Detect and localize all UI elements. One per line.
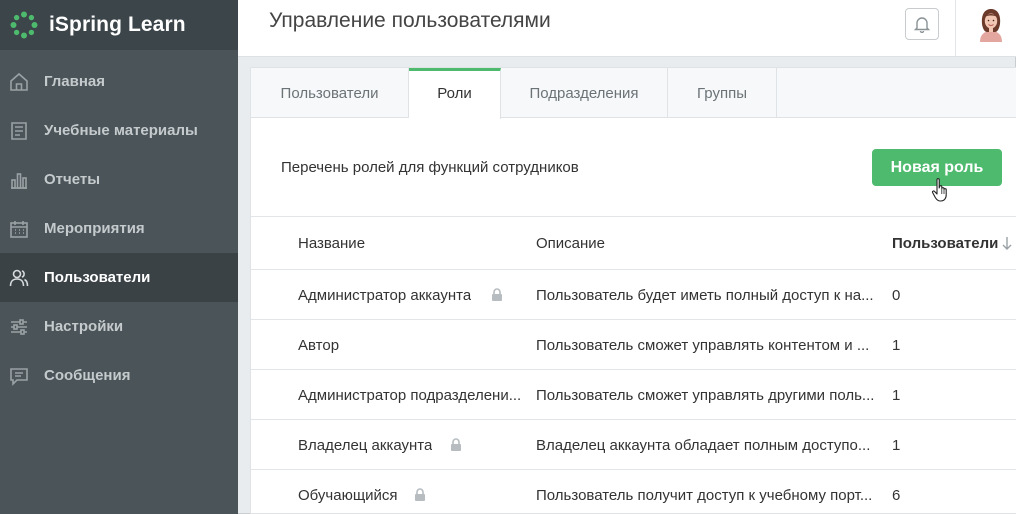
role-name[interactable]: Владелец аккаунта [298, 437, 432, 454]
header-divider [955, 0, 956, 56]
roles-description: Перечень ролей для функций сотрудников [281, 159, 579, 176]
top-header: Управление пользователями [238, 0, 1016, 57]
role-name[interactable]: Обучающийся [298, 487, 398, 504]
role-description: Пользователь получит доступ к учебному п… [536, 487, 873, 504]
role-description: Пользователь сможет управлять другими по… [536, 387, 875, 404]
sidebar-nav: Главная Учебные материалы Отчеты Меропри… [0, 57, 238, 400]
settings-icon [7, 315, 31, 339]
sidebar-item-home[interactable]: Главная [0, 57, 238, 106]
page-title: Управление пользователями [269, 9, 551, 32]
column-header-name[interactable]: Название [298, 235, 365, 252]
users-icon [7, 266, 31, 290]
ispring-logo-icon [10, 11, 38, 39]
lock-icon [451, 438, 461, 451]
column-header-users[interactable]: Пользователи [892, 235, 998, 252]
tab-bar: Пользователи Роли Подразделения Группы [251, 68, 1016, 119]
notifications-button[interactable] [905, 8, 939, 40]
home-icon [7, 70, 31, 94]
tab-departments[interactable]: Подразделения [501, 68, 668, 118]
column-header-description[interactable]: Описание [536, 235, 605, 252]
table-row[interactable]: Автор Пользователь сможет управлять конт… [251, 320, 1016, 370]
table-row[interactable]: Обучающийся Пользователь получит доступ … [251, 470, 1016, 514]
role-users-count: 6 [892, 487, 901, 504]
bell-icon [913, 17, 931, 33]
table-row[interactable]: Владелец аккаунта Владелец аккаунта обла… [251, 420, 1016, 470]
sidebar: iSpring Learn Главная Учебные материалы … [0, 0, 238, 514]
reports-icon [7, 168, 31, 192]
role-users-count: 1 [892, 337, 901, 354]
role-description: Пользователь сможет управлять контентом … [536, 337, 870, 354]
role-name[interactable]: Администратор аккаунта [298, 287, 471, 304]
lock-icon [492, 288, 502, 301]
sidebar-item-materials[interactable]: Учебные материалы [0, 106, 238, 155]
brand-header[interactable]: iSpring Learn [0, 0, 238, 50]
role-description: Владелец аккаунта обладает полным доступ… [536, 437, 871, 454]
role-users-count: 0 [892, 287, 901, 304]
brand-name: iSpring Learn [49, 13, 186, 36]
sidebar-item-users[interactable]: Пользователи [0, 253, 238, 302]
roles-table: Название Описание Пользователи Администр… [251, 218, 1016, 514]
sidebar-item-settings[interactable]: Настройки [0, 302, 238, 351]
sidebar-item-label: Пользователи [44, 269, 151, 286]
messages-icon [7, 364, 31, 388]
sort-down-icon[interactable] [1001, 235, 1013, 251]
lock-icon [415, 488, 425, 501]
sidebar-item-label: Учебные материалы [44, 122, 198, 139]
table-header: Название Описание Пользователи [251, 218, 1016, 270]
materials-icon [7, 119, 31, 143]
sidebar-item-label: Главная [44, 73, 106, 90]
calendar-icon [7, 217, 31, 241]
tab-users[interactable]: Пользователи [251, 68, 409, 118]
role-name[interactable]: Администратор подразделени... [298, 387, 521, 404]
roles-toolbar: Перечень ролей для функций сотрудников Н… [251, 118, 1016, 217]
sidebar-item-reports[interactable]: Отчеты [0, 155, 238, 204]
role-users-count: 1 [892, 387, 901, 404]
hand-cursor-icon [931, 178, 947, 202]
tab-groups[interactable]: Группы [668, 68, 777, 118]
sidebar-item-label: Сообщения [44, 367, 131, 384]
sidebar-item-label: Мероприятия [44, 220, 145, 237]
tab-roles[interactable]: Роли [409, 68, 501, 119]
sidebar-item-label: Отчеты [44, 171, 101, 188]
sidebar-item-events[interactable]: Мероприятия [0, 204, 238, 253]
sidebar-item-messages[interactable]: Сообщения [0, 351, 238, 400]
role-description: Пользователь будет иметь полный доступ к… [536, 287, 874, 304]
role-users-count: 1 [892, 437, 901, 454]
roles-panel: Пользователи Роли Подразделения Группы П… [250, 67, 1016, 514]
role-name[interactable]: Автор [298, 337, 339, 354]
sidebar-item-label: Настройки [44, 318, 124, 335]
user-avatar[interactable] [976, 6, 1006, 42]
table-row[interactable]: Администратор аккаунта Пользователь буде… [251, 270, 1016, 320]
table-row[interactable]: Администратор подразделени... Пользовате… [251, 370, 1016, 420]
